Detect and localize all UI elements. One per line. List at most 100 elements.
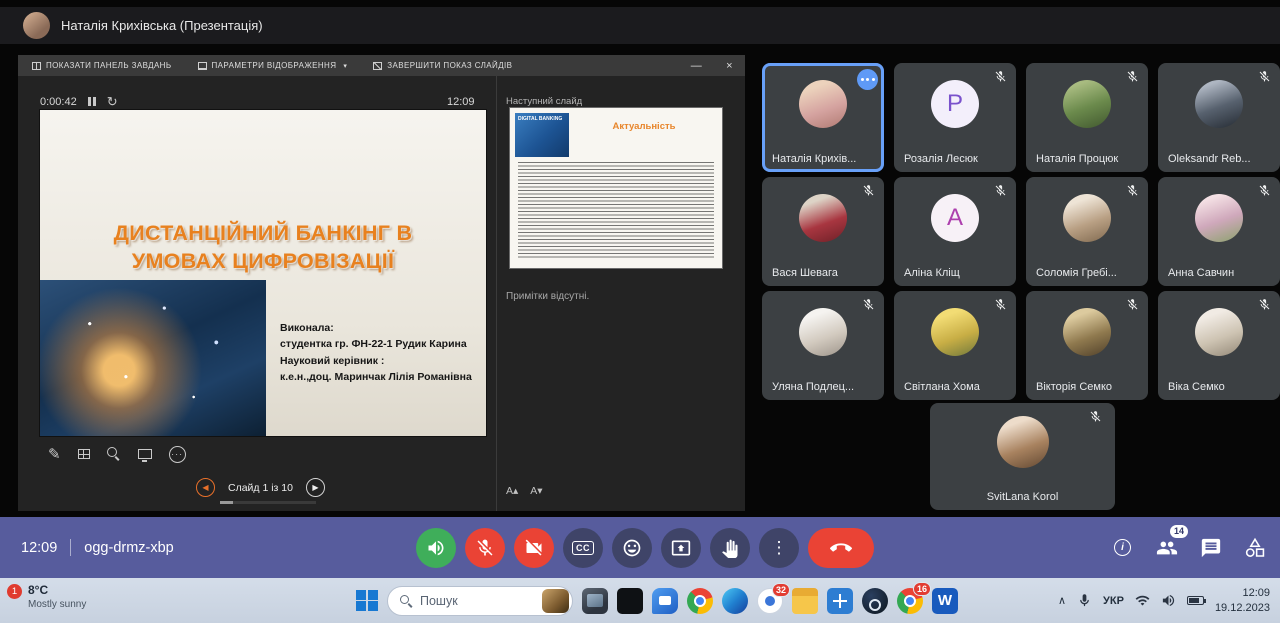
pause-timer-button[interactable] [88,97,96,106]
participant-tile[interactable]: Соломія Гребі... [1026,177,1148,286]
shapes-icon [1244,537,1266,559]
app-icon-photos[interactable] [582,588,608,614]
next-slide-label: Наступний слайд [506,96,582,107]
app-icon-window[interactable] [617,588,643,614]
search-box[interactable]: Пошук [387,586,573,616]
steam-icon[interactable] [862,588,888,614]
chrome-icon[interactable] [687,588,713,614]
tile-options-button[interactable] [857,69,878,90]
mic-off-icon [862,298,875,311]
wifi-icon[interactable] [1135,593,1150,608]
more-options-icon[interactable]: ··· [169,446,186,463]
participant-tile[interactable]: Уляна Подлец... [762,291,884,400]
next-slide-thumbnail[interactable]: DIGITAL BANKING Актуальність [510,108,722,268]
microphone-icon[interactable] [1077,593,1092,608]
start-button[interactable] [356,590,378,612]
participant-name: Вася Шевага [772,267,876,279]
messenger-icon[interactable]: 32 [757,588,783,614]
captions-icon: CC [572,541,594,555]
mic-off-icon [1126,184,1139,197]
participant-name: Розалія Лесюк [904,153,1008,165]
participant-tile[interactable]: Вася Шевага [762,177,884,286]
participant-tile[interactable]: SvitLana Korol [930,403,1115,510]
slide-title-line2: УМОВАХ ЦИФРОВІЗАЦІЇ [40,248,486,276]
participant-tile[interactable]: Світлана Хома [894,291,1016,400]
participant-avatar [799,80,847,128]
minimize-button[interactable]: — [691,60,702,72]
tray-expand-icon[interactable]: ∧ [1058,594,1066,607]
activities-button[interactable] [1242,535,1267,560]
app-icon-grid[interactable] [827,588,853,614]
mic-off-icon [1126,298,1139,311]
audio-share-button[interactable] [416,528,456,568]
see-all-slides-icon[interactable] [78,449,90,459]
present-screen-icon [671,538,691,558]
clock[interactable]: 12:09 19.12.2023 [1215,586,1270,616]
chat-button[interactable] [1198,535,1223,560]
slide-title-line1: ДИСТАНЦІЙНИЙ БАНКІНГ В [40,220,486,248]
decrease-font-button[interactable]: A▾ [530,485,542,497]
leave-call-button[interactable] [808,528,874,568]
close-button[interactable]: × [726,60,733,72]
participant-avatar [997,416,1049,468]
mic-off-icon [994,70,1007,83]
edge-icon[interactable] [722,588,748,614]
participant-avatar [1063,80,1111,128]
battery-icon[interactable] [1187,596,1204,605]
windows-taskbar: 1 8°C Mostly sunny Пошук 32 16 W [0,578,1280,623]
chrome-profile-icon[interactable]: 16 [897,588,923,614]
participant-tile[interactable]: Oleksandr Reb... [1158,63,1280,172]
black-screen-icon[interactable] [138,449,152,459]
credit-line: к.е.н.,доц. Маринчак Лілія Романівна [280,369,486,385]
credit-line: студентка гр. ФН-22-1 Рудик Карина [280,336,486,352]
weather-widget[interactable]: 1 8°C Mostly sunny [7,583,86,610]
people-button[interactable]: 14 [1154,535,1179,560]
mic-off-icon [1258,70,1271,83]
chevron-down-icon: ▾ [343,62,347,70]
display-icon [198,62,207,70]
participant-avatar: А [931,194,979,242]
participant-tile[interactable]: Вікторія Семко [1026,291,1148,400]
mic-off-icon [475,538,495,558]
notes-font-controls: A▴ A▾ [506,485,543,497]
participant-tile[interactable]: Анна Савчин [1158,177,1280,286]
participant-name: Світлана Хома [904,381,1008,393]
camera-button[interactable] [514,528,554,568]
file-explorer-icon[interactable] [792,588,818,614]
participant-tile[interactable]: Віка Семко [1158,291,1280,400]
word-icon[interactable]: W [932,588,958,614]
participant-tile[interactable]: Наталія Крихів... [762,63,884,172]
language-indicator[interactable]: УКР [1103,595,1124,607]
participant-tile[interactable]: А Аліна Кліщ [894,177,1016,286]
meeting-clock: 12:09 [21,540,57,556]
reactions-button[interactable] [612,528,652,568]
raise-hand-button[interactable] [710,528,750,568]
volume-icon[interactable] [1161,593,1176,608]
end-slideshow-button[interactable]: ЗАВЕРШИТИ ПОКАЗ СЛАЙДІВ [373,61,512,70]
participant-name: Анна Савчин [1168,267,1272,279]
present-button[interactable] [661,528,701,568]
slide-title: ДИСТАНЦІЙНИЙ БАНКІНГ В УМОВАХ ЦИФРОВІЗАЦ… [40,220,486,276]
meeting-details-button[interactable]: i [1110,535,1135,560]
restart-timer-button[interactable]: ↻ [107,95,118,108]
previous-slide-button[interactable]: ◀ [196,478,215,497]
microphone-button[interactable] [465,528,505,568]
display-settings-button[interactable]: ПАРАМЕТРИ ВІДОБРАЖЕННЯ ▾ [198,61,348,70]
more-options-button[interactable]: ⋮ [759,528,799,568]
speaker-icon [426,538,446,558]
participant-tile[interactable]: Р Розалія Лесюк [894,63,1016,172]
camera-off-icon [524,538,544,558]
pen-tool-icon[interactable]: ✎ [48,445,61,463]
participant-tile[interactable]: Наталія Процюк [1026,63,1148,172]
chat-app-icon[interactable] [652,588,678,614]
next-slide-button[interactable]: ▶ [306,478,325,497]
participant-name: Уляна Подлец... [772,381,876,393]
captions-button[interactable]: CC [563,528,603,568]
search-placeholder: Пошук [420,594,534,608]
timer-row: 0:00:42 ↻ [40,95,118,108]
zoom-tool-icon[interactable] [107,447,121,461]
meeting-panels: i 14 [1110,517,1267,578]
show-taskbar-button[interactable]: ПОКАЗАТИ ПАНЕЛЬ ЗАВДАНЬ [32,61,172,70]
increase-font-button[interactable]: A▴ [506,485,518,497]
slide-counter: Слайд 1 із 10 [228,482,293,494]
